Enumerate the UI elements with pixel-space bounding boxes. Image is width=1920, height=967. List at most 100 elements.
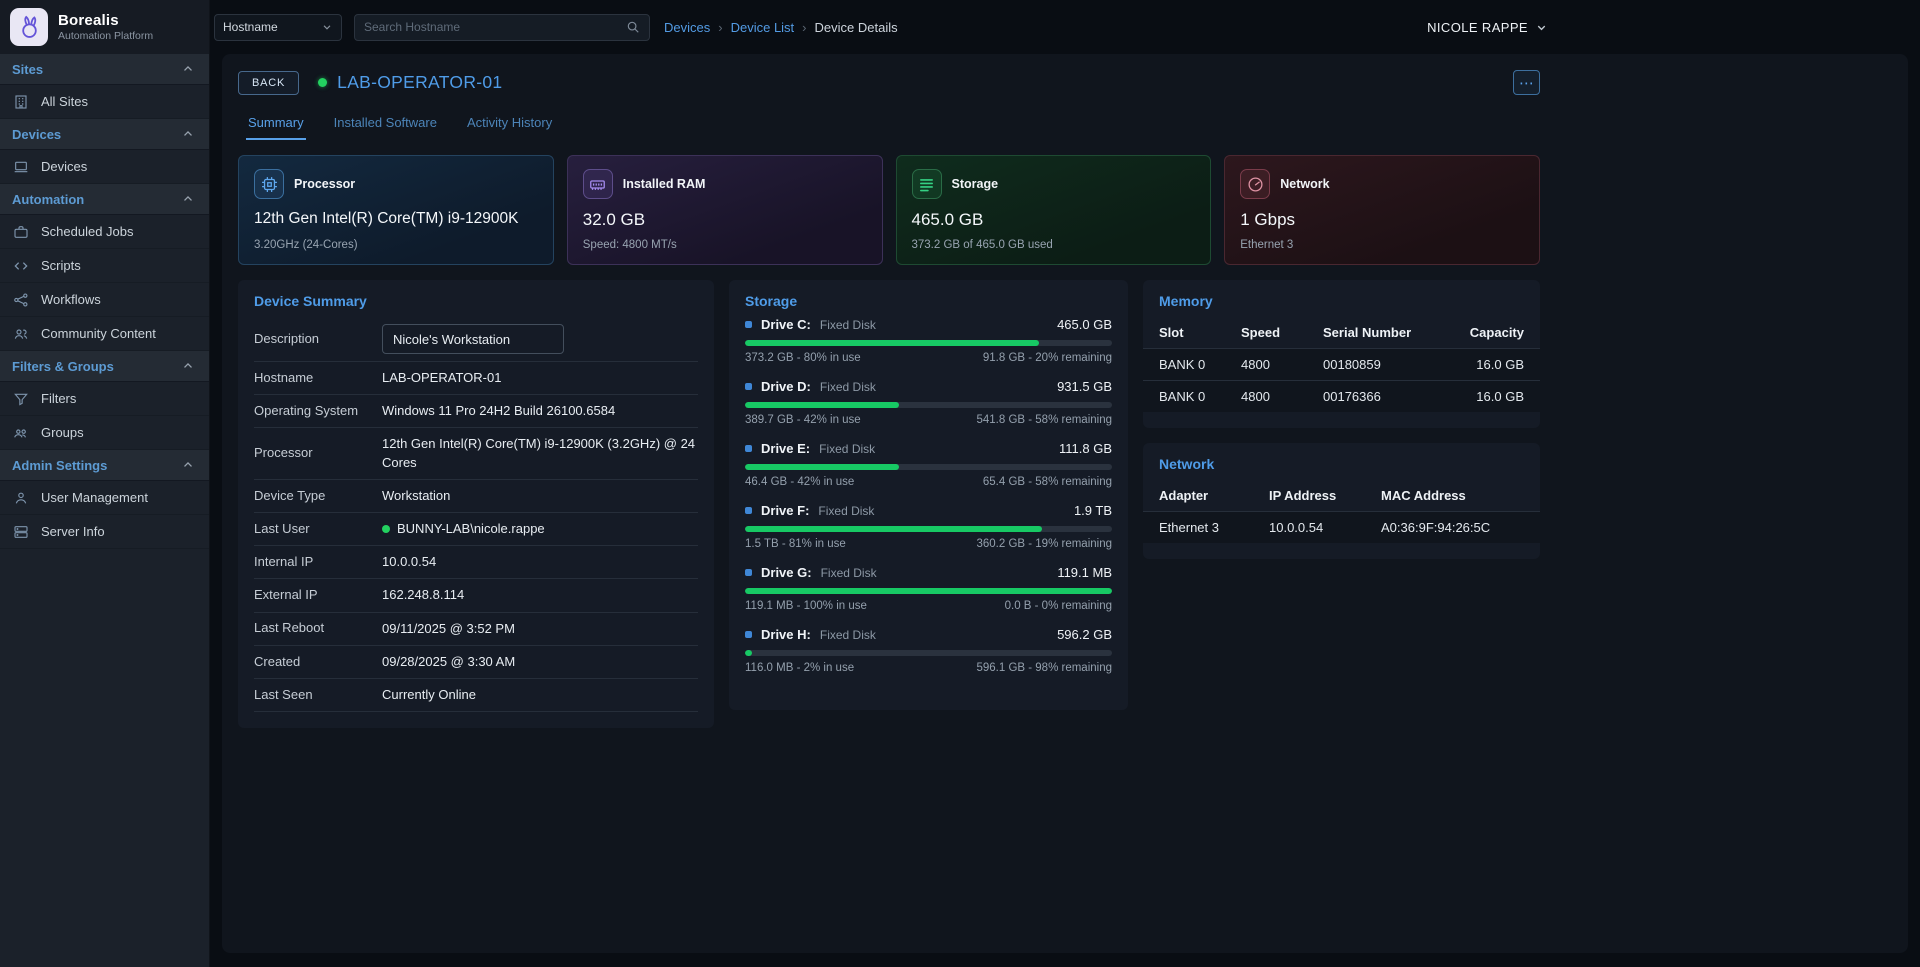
- sidebar-section-devices[interactable]: Devices: [0, 119, 209, 150]
- breadcrumb-separator: ›: [802, 20, 806, 35]
- chevron-up-icon: [181, 359, 195, 373]
- more-actions-button[interactable]: ⋯: [1513, 70, 1540, 95]
- row-label: External IP: [254, 587, 382, 603]
- user-name: NICOLE RAPPE: [1427, 20, 1528, 35]
- cell-ip: 10.0.0.54: [1269, 520, 1381, 535]
- row-label: Internal IP: [254, 554, 382, 570]
- sidebar-item-devices[interactable]: Devices: [0, 150, 209, 184]
- sidebar-item-label: Community Content: [41, 326, 156, 341]
- drive-type: Fixed Disk: [820, 628, 876, 642]
- column-header: Serial Number: [1323, 325, 1448, 340]
- sidebar-item-scheduled-jobs[interactable]: Scheduled Jobs: [0, 215, 209, 249]
- groups-icon: [12, 424, 30, 442]
- column-header: MAC Address: [1381, 488, 1524, 503]
- stat-card-subtitle: 373.2 GB of 465.0 GB used: [912, 239, 1196, 251]
- row-value: Currently Online: [382, 686, 698, 704]
- row-value: 10.0.0.54: [382, 553, 698, 571]
- cell-slot: BANK 0: [1159, 357, 1241, 372]
- stat-card-ram: Installed RAM 32.0 GB Speed: 4800 MT/s: [567, 155, 883, 265]
- sidebar-item-groups[interactable]: Groups: [0, 416, 209, 450]
- drive-type: Fixed Disk: [818, 504, 874, 518]
- column-header: IP Address: [1269, 488, 1381, 503]
- sidebar-item-all-sites[interactable]: All Sites: [0, 85, 209, 119]
- stat-card-value: 465.0 GB: [912, 210, 1196, 230]
- drive-usage-bar: [745, 340, 1112, 346]
- sidebar-item-server-info[interactable]: Server Info: [0, 515, 209, 549]
- memory-table-row: BANK 0 4800 00180859 16.0 GB: [1143, 348, 1540, 380]
- row-label: Hostname: [254, 370, 382, 386]
- hostname-filter-select[interactable]: Hostname: [214, 14, 342, 41]
- sidebar-section-admin-settings[interactable]: Admin Settings: [0, 450, 209, 481]
- drive-used: 119.1 MB - 100% in use: [745, 600, 867, 612]
- stat-card-title: Network: [1280, 177, 1329, 191]
- sidebar-item-user-management[interactable]: User Management: [0, 481, 209, 515]
- row-label: Device Type: [254, 488, 382, 504]
- breadcrumb-current: Device Details: [815, 20, 898, 35]
- cell-capacity: 16.0 GB: [1448, 389, 1524, 404]
- user-menu[interactable]: NICOLE RAPPE: [1427, 20, 1548, 35]
- drive-name: Drive H:: [761, 627, 811, 642]
- cell-serial: 00180859: [1323, 357, 1448, 372]
- drive-type: Fixed Disk: [819, 442, 875, 456]
- tab-activity-history[interactable]: Activity History: [465, 109, 554, 140]
- column-header: Capacity: [1448, 325, 1524, 340]
- row-value: Windows 11 Pro 24H2 Build 26100.6584: [382, 402, 698, 420]
- breadcrumb-device-list[interactable]: Device List: [731, 20, 795, 35]
- row-label: Processor: [254, 445, 382, 461]
- summary-row: Created 09/28/2025 @ 3:30 AM: [254, 646, 698, 679]
- stat-cards: Processor 12th Gen Intel(R) Core(TM) i9-…: [238, 155, 1540, 265]
- drive-used: 373.2 GB - 80% in use: [745, 352, 861, 364]
- sidebar-item-label: Groups: [41, 425, 84, 440]
- drive-size: 111.8 GB: [1059, 441, 1112, 456]
- drive-used: 1.5 TB - 81% in use: [745, 538, 846, 550]
- panel-title: Network: [1159, 456, 1524, 472]
- row-value: BUNNY-LAB\nicole.rappe: [397, 520, 545, 538]
- panel-title: Memory: [1159, 293, 1524, 309]
- sidebar-section-sites[interactable]: Sites: [0, 54, 209, 85]
- drive-used: 46.4 GB - 42% in use: [745, 476, 854, 488]
- row-value: Workstation: [382, 487, 698, 505]
- column-header: Slot: [1159, 325, 1241, 340]
- sidebar-section-automation[interactable]: Automation: [0, 184, 209, 215]
- drive-usage-bar: [745, 650, 1112, 656]
- drive-name: Drive G:: [761, 565, 812, 580]
- devices-icon: [12, 158, 30, 176]
- row-label: Created: [254, 654, 382, 670]
- hostname-filter-value: Hostname: [223, 20, 278, 34]
- app-subtitle: Automation Platform: [58, 30, 153, 42]
- scripts-icon: [12, 257, 30, 275]
- panel-title: Storage: [745, 293, 1112, 309]
- online-status-dot: [318, 78, 327, 87]
- back-button[interactable]: BACK: [238, 71, 299, 95]
- stat-card-title: Storage: [952, 177, 999, 191]
- sidebar-item-workflows[interactable]: Workflows: [0, 283, 209, 317]
- drive-icon: [745, 507, 752, 514]
- breadcrumb-separator: ›: [718, 20, 722, 35]
- sidebar-item-label: Scripts: [41, 258, 81, 273]
- sidebar-item-scripts[interactable]: Scripts: [0, 249, 209, 283]
- row-value: 12th Gen Intel(R) Core(TM) i9-12900K (3.…: [382, 435, 698, 471]
- memory-table-header: Slot Speed Serial Number Capacity: [1143, 317, 1540, 348]
- sidebar-item-community-content[interactable]: Community Content: [0, 317, 209, 351]
- tab-installed-software[interactable]: Installed Software: [332, 109, 439, 140]
- cell-adapter: Ethernet 3: [1159, 520, 1269, 535]
- description-input[interactable]: [382, 324, 564, 354]
- memory-table-row: BANK 0 4800 00176366 16.0 GB: [1143, 380, 1540, 412]
- drive-used: 389.7 GB - 42% in use: [745, 414, 861, 426]
- breadcrumb: Devices › Device List › Device Details: [664, 20, 898, 35]
- sidebar-item-filters[interactable]: Filters: [0, 382, 209, 416]
- row-label: Last User: [254, 521, 382, 537]
- drive-row-h: Drive H: Fixed Disk 596.2 GB 116.0 MB - …: [745, 627, 1112, 674]
- drive-used: 116.0 MB - 2% in use: [745, 662, 854, 674]
- panel-title: Device Summary: [254, 293, 698, 309]
- sidebar: Borealis Automation Platform Sites All S…: [0, 0, 210, 967]
- summary-row: Processor 12th Gen Intel(R) Core(TM) i9-…: [254, 428, 698, 479]
- breadcrumb-devices[interactable]: Devices: [664, 20, 710, 35]
- drive-icon: [745, 383, 752, 390]
- drive-row-d: Drive D: Fixed Disk 931.5 GB 389.7 GB - …: [745, 379, 1112, 426]
- tab-summary[interactable]: Summary: [246, 109, 306, 140]
- search-input[interactable]: [364, 20, 626, 34]
- sidebar-section-filters-groups[interactable]: Filters & Groups: [0, 351, 209, 382]
- cell-slot: BANK 0: [1159, 389, 1241, 404]
- drive-name: Drive C:: [761, 317, 811, 332]
